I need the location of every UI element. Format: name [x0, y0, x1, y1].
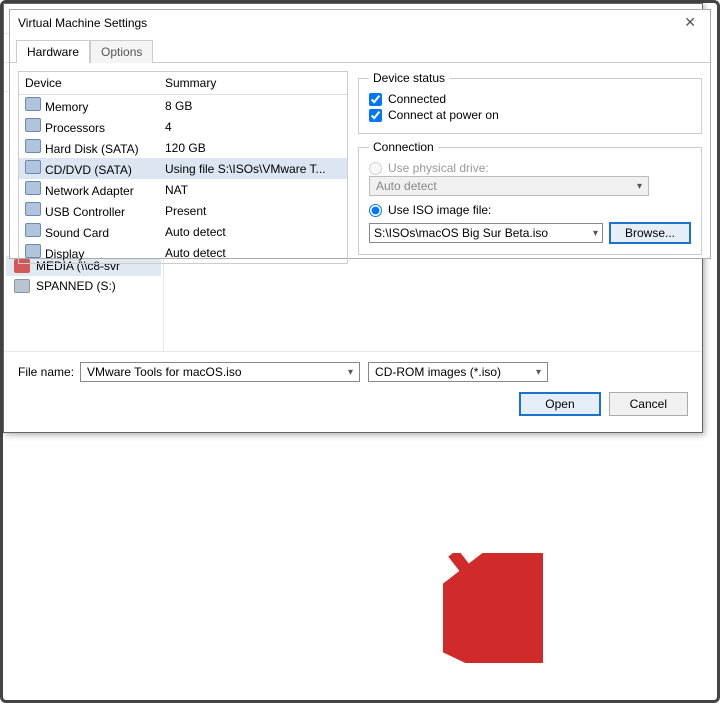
settings-title: Virtual Machine Settings: [18, 16, 147, 30]
settings-tabs: Hardware Options: [10, 39, 710, 63]
open-button[interactable]: Open: [519, 392, 600, 416]
chevron-down-icon: ▾: [536, 367, 541, 378]
device-row[interactable]: DisplayAuto detect: [19, 242, 347, 263]
device-row[interactable]: Processors4: [19, 116, 347, 137]
connection-legend: Connection: [369, 140, 438, 154]
device-row-selected[interactable]: CD/DVD (SATA)Using file S:\ISOs\VMware T…: [19, 158, 347, 179]
filename-input[interactable]: VMware Tools for macOS.iso▾: [80, 362, 360, 382]
drive-icon: [14, 279, 30, 293]
col-device: Device: [19, 72, 159, 94]
settings-titlebar: Virtual Machine Settings ✕: [10, 10, 710, 35]
annotation-arrow: [443, 553, 543, 663]
tab-hardware[interactable]: Hardware: [16, 40, 90, 63]
device-row[interactable]: Hard Disk (SATA)120 GB: [19, 137, 347, 158]
filename-label: File name:: [18, 365, 74, 379]
sound-icon: [25, 223, 41, 237]
device-row[interactable]: Network AdapterNAT: [19, 179, 347, 200]
net-icon: [25, 181, 41, 195]
memory-icon: [25, 97, 41, 111]
chevron-down-icon: ▾: [348, 367, 353, 378]
cancel-button[interactable]: Cancel: [609, 392, 688, 416]
tab-options[interactable]: Options: [90, 40, 153, 63]
connected-checkbox[interactable]: [369, 93, 382, 106]
iso-path-combo[interactable]: S:\ISOs\macOS Big Sur Beta.iso▾: [369, 223, 603, 243]
device-row[interactable]: USB ControllerPresent: [19, 200, 347, 221]
device-list: Device Summary Memory8 GB Processors4 Ha…: [18, 71, 348, 264]
iso-label: Use ISO image file:: [388, 203, 491, 217]
chevron-down-icon: ▾: [593, 228, 598, 239]
vm-settings-window: Virtual Machine Settings ✕ Hardware Opti…: [9, 9, 711, 259]
iso-radio[interactable]: [369, 204, 382, 217]
physical-drive-combo: Auto detect▾: [369, 176, 649, 196]
device-row[interactable]: Memory8 GB: [19, 95, 347, 116]
cpu-icon: [25, 118, 41, 132]
device-status-group: Device status Connected Connect at power…: [358, 71, 702, 134]
connect-power-label: Connect at power on: [388, 108, 499, 122]
browse-button[interactable]: Browse...: [609, 222, 691, 244]
filter-combo[interactable]: CD-ROM images (*.iso)▾: [368, 362, 548, 382]
cd-icon: [25, 160, 41, 174]
physical-label: Use physical drive:: [388, 161, 489, 175]
device-row[interactable]: Sound CardAuto detect: [19, 221, 347, 242]
physical-radio[interactable]: [369, 162, 382, 175]
status-legend: Device status: [369, 71, 449, 85]
display-icon: [25, 244, 41, 258]
connect-power-checkbox[interactable]: [369, 109, 382, 122]
tree-spanned[interactable]: SPANNED (S:): [6, 276, 161, 296]
usb-icon: [25, 202, 41, 216]
close-icon[interactable]: ✕: [678, 14, 702, 31]
disk-icon: [25, 139, 41, 153]
connected-label: Connected: [388, 92, 446, 106]
connection-group: Connection Use physical drive: Auto dete…: [358, 140, 702, 255]
col-summary: Summary: [159, 72, 347, 94]
